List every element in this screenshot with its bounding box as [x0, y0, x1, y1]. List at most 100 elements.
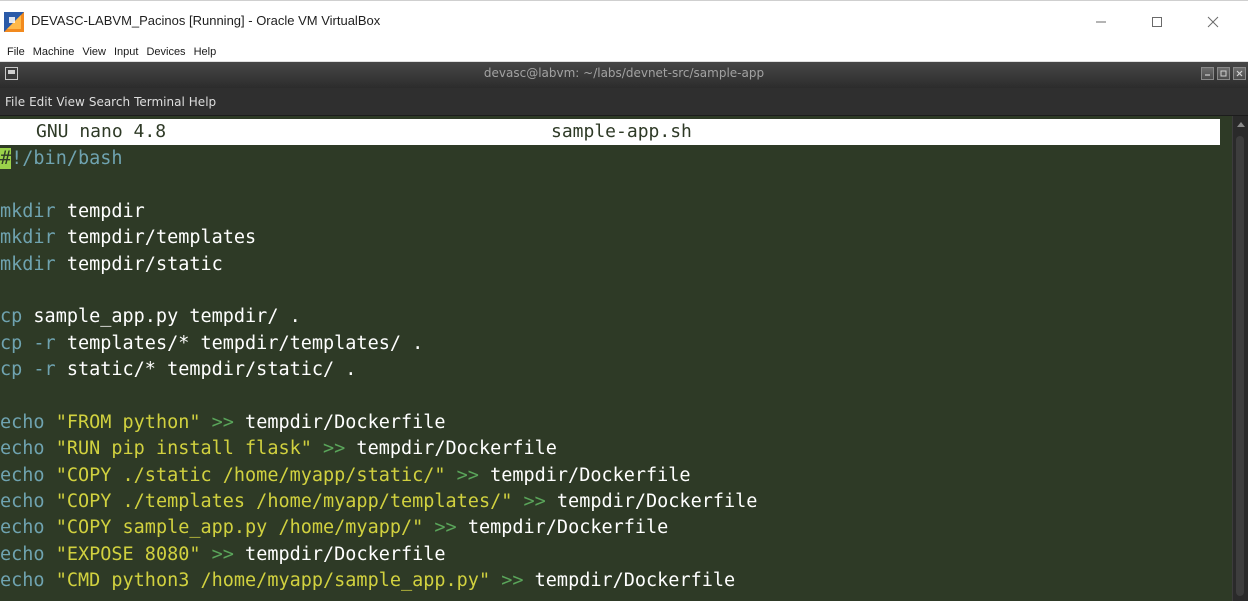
terminal-menu-bar: File Edit View Search Terminal Help: [0, 88, 1248, 116]
text-cursor: #: [0, 148, 12, 169]
code-command: echo: [0, 411, 45, 433]
code-string: "FROM python": [44, 411, 201, 433]
code-line: echo "RUN pip install flask" >> tempdir/…: [0, 436, 1220, 462]
terminal-window-controls: [1198, 67, 1246, 80]
minimize-icon: [1096, 21, 1106, 23]
code-line: echo "COPY ./templates /home/myapp/templ…: [0, 489, 1220, 515]
terminal-content[interactable]: GNU nano 4.8 sample-app.sh #!/bin/bash m…: [0, 116, 1248, 601]
terminal-menu-file[interactable]: File: [5, 95, 25, 109]
nano-filename: sample-app.sh: [551, 121, 692, 142]
code-argument: tempdir/Dockerfile: [545, 491, 758, 513]
code-string: "CMD python3 /home/myapp/sample_app.py": [44, 570, 491, 592]
code-operator: >>: [311, 438, 346, 460]
terminal-menu-search[interactable]: Search: [89, 95, 130, 109]
code-flag: -r: [22, 332, 56, 354]
code-line: mkdir tempdir/templates: [0, 225, 1220, 251]
close-button[interactable]: [1190, 1, 1236, 43]
terminal-menu-view[interactable]: View: [56, 95, 84, 109]
code-line: echo "EXPOSE 8080" >> tempdir/Dockerfile: [0, 542, 1220, 568]
code-argument: tempdir/Dockerfile: [456, 517, 669, 539]
virtualbox-logo-icon: [4, 12, 24, 32]
host-window-title: DEVASC-LABVM_Pacinos [Running] - Oracle …: [31, 13, 381, 28]
code-operator: >>: [200, 411, 234, 433]
close-icon: [1207, 16, 1219, 28]
vbox-menu-view[interactable]: View: [82, 46, 106, 58]
terminal-title-bar[interactable]: devasc@labvm: ~/labs/devnet-src/sample-a…: [0, 62, 1248, 88]
code-command: cp: [0, 359, 23, 381]
code-line: echo "CMD python3 /home/myapp/sample_app…: [0, 568, 1220, 594]
code-line: echo "COPY sample_app.py /home/myapp/" >…: [0, 515, 1220, 541]
shebang: !/bin/bash: [11, 148, 123, 169]
code-argument: tempdir/static: [55, 253, 223, 275]
code-argument: tempdir: [55, 200, 145, 222]
vbox-menu-file[interactable]: File: [7, 46, 25, 58]
code-command: cp: [0, 306, 23, 328]
code-line: mkdir tempdir/static: [0, 252, 1220, 278]
code-command: echo: [0, 491, 45, 513]
code-line: cp -r templates/* tempdir/templates/ .: [0, 331, 1220, 357]
code-argument: templates/* tempdir/templates/ .: [55, 332, 424, 354]
code-line: mkdir tempdir: [0, 199, 1220, 225]
nano-header-bar: GNU nano 4.8 sample-app.sh: [0, 119, 1220, 145]
code-line: echo "FROM python" >> tempdir/Dockerfile: [0, 410, 1220, 436]
code-operator: >>: [200, 543, 234, 565]
screen: DEVASC-LABVM_Pacinos [Running] - Oracle …: [0, 0, 1248, 601]
code-command: echo: [0, 517, 45, 539]
code-argument: static/* tempdir/static/ .: [55, 359, 357, 381]
terminal-menu-terminal[interactable]: Terminal: [134, 95, 185, 109]
vbox-menu-devices[interactable]: Devices: [146, 46, 185, 58]
terminal-scrollbar[interactable]: [1232, 116, 1248, 601]
vbox-menu-machine[interactable]: Machine: [33, 46, 75, 58]
editor-text-area[interactable]: #!/bin/bash mkdir tempdir mkdir tempdir/…: [0, 146, 1220, 595]
maximize-icon: [1152, 17, 1162, 27]
terminal-close-button[interactable]: [1233, 67, 1246, 80]
code-command: mkdir: [0, 200, 56, 222]
maximize-icon: [1220, 70, 1227, 77]
close-icon: [1236, 70, 1243, 77]
code-line: cp -r static/* tempdir/static/ .: [0, 357, 1220, 383]
code-command: cp: [0, 332, 23, 354]
code-argument: tempdir/Dockerfile: [233, 411, 446, 433]
terminal-minimize-button[interactable]: [1201, 67, 1214, 80]
code-string: "RUN pip install flask": [44, 438, 312, 460]
code-argument: tempdir/Dockerfile: [523, 570, 736, 592]
code-command: echo: [0, 438, 45, 460]
code-string: "COPY ./static /home/myapp/static/": [44, 464, 446, 486]
code-operator: >>: [445, 464, 479, 486]
minimize-icon: [1205, 74, 1210, 76]
code-argument: tempdir/Dockerfile: [345, 438, 557, 460]
terminal-maximize-button[interactable]: [1217, 67, 1230, 80]
terminal-menu-edit[interactable]: Edit: [29, 95, 52, 109]
maximize-button[interactable]: [1134, 1, 1180, 43]
terminal-menu-help[interactable]: Help: [189, 95, 216, 109]
code-argument: tempdir/Dockerfile: [478, 464, 691, 486]
code-command: echo: [0, 570, 45, 592]
terminal-window-title: devasc@labvm: ~/labs/devnet-src/sample-a…: [483, 66, 765, 80]
code-argument: sample_app.py tempdir/ .: [22, 306, 301, 328]
code-flag: -r: [22, 359, 56, 381]
code-operator: >>: [512, 491, 546, 513]
minimize-button[interactable]: [1078, 1, 1124, 43]
code-command: echo: [0, 464, 45, 486]
code-string: "COPY sample_app.py /home/myapp/": [44, 517, 424, 539]
code-string: "EXPOSE 8080": [44, 543, 201, 565]
scroll-up-arrow-icon[interactable]: [1237, 122, 1245, 127]
code-string: "COPY ./templates /home/myapp/templates/…: [44, 491, 513, 513]
code-argument: tempdir/Dockerfile: [233, 543, 446, 565]
code-line: echo "COPY ./static /home/myapp/static/"…: [0, 463, 1220, 489]
vbox-menu-input[interactable]: Input: [114, 46, 138, 58]
code-command: echo: [0, 543, 45, 565]
code-operator: >>: [490, 570, 524, 592]
code-line: cp sample_app.py tempdir/ .: [0, 304, 1220, 330]
host-title-bar[interactable]: DEVASC-LABVM_Pacinos [Running] - Oracle …: [0, 0, 1248, 42]
nano-version: GNU nano 4.8: [36, 121, 167, 142]
code-line: #!/bin/bash: [0, 146, 1220, 172]
code-operator: >>: [423, 517, 457, 539]
vbox-menu-bar: File Machine View Input Devices Help: [0, 42, 1248, 62]
code-command: mkdir: [0, 227, 56, 249]
vbox-menu-help[interactable]: Help: [194, 46, 217, 58]
scrollbar-thumb[interactable]: [1236, 136, 1244, 596]
